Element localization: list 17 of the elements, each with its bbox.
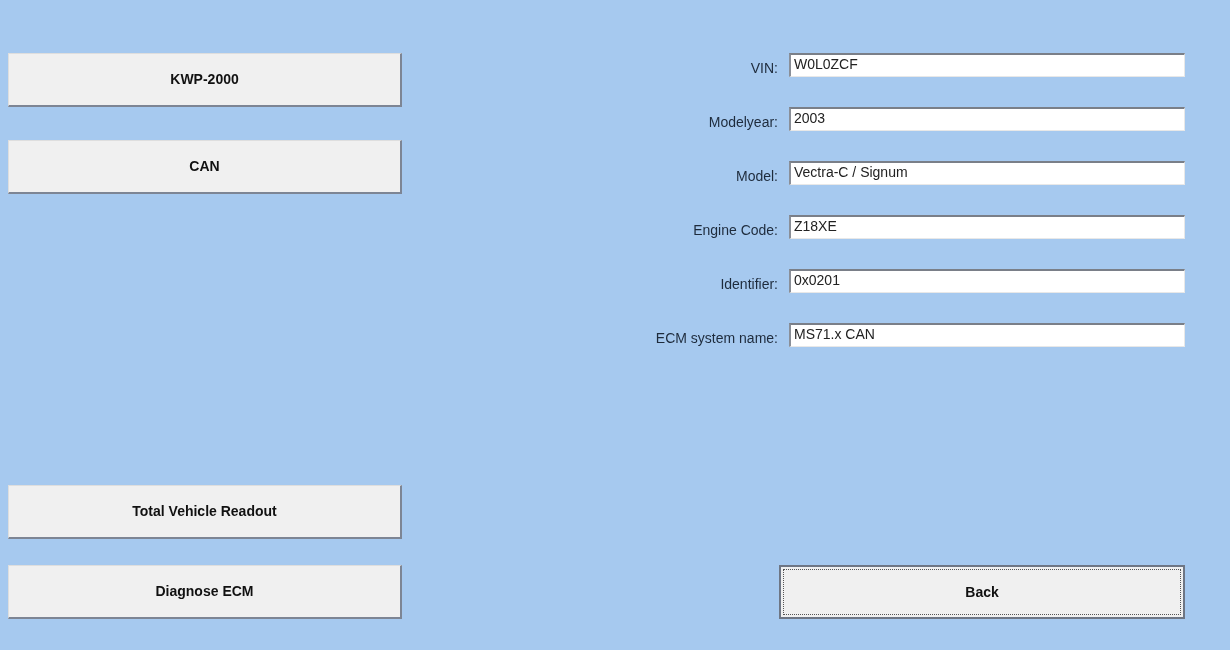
field-label: ECM system name: [655, 328, 778, 348]
text-field[interactable]: MS71.x CAN [789, 323, 1185, 347]
text-field[interactable]: Z18XE [789, 215, 1185, 239]
text-field[interactable]: 0x0201 [789, 269, 1185, 293]
protocol-button[interactable]: CAN [8, 140, 402, 194]
back-button[interactable]: Back [779, 565, 1185, 619]
text-field[interactable]: W0L0ZCF [789, 53, 1185, 77]
text-field[interactable]: 2003 [789, 107, 1185, 131]
action-button[interactable]: Diagnose ECM [8, 565, 402, 619]
field-label: Identifier: [720, 274, 778, 294]
protocol-button[interactable]: KWP-2000 [8, 53, 402, 107]
text-field[interactable]: Vectra-C / Signum [789, 161, 1185, 185]
field-label: VIN: [750, 58, 778, 78]
action-button[interactable]: Total Vehicle Readout [8, 485, 402, 539]
field-label: Modelyear: [708, 112, 778, 132]
field-label: Model: [735, 166, 778, 186]
field-label: Engine Code: [693, 220, 778, 240]
